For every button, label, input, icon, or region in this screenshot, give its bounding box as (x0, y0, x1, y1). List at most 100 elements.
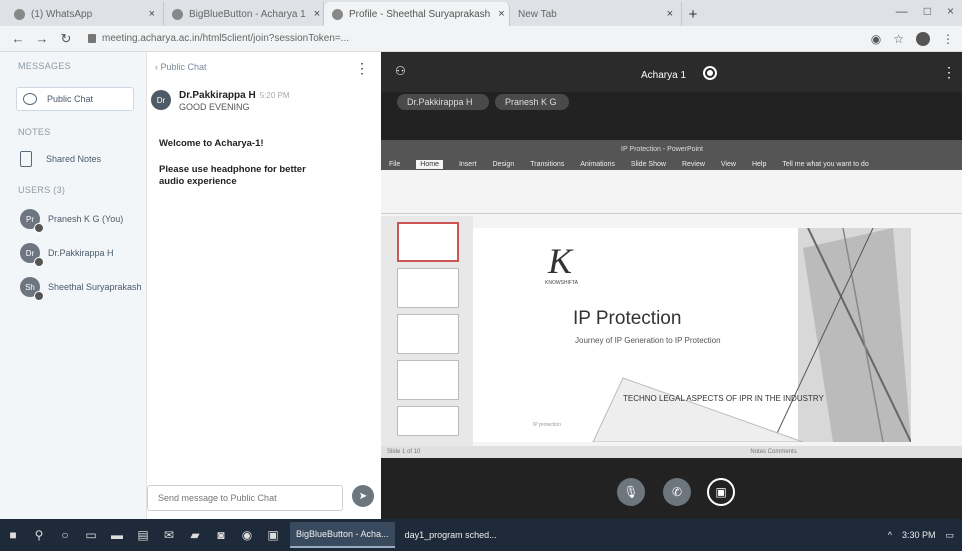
slide-thumbnail (397, 406, 459, 436)
avatar: Sh (20, 277, 44, 301)
bbb-icon (172, 8, 183, 20)
minimize-button[interactable]: — (896, 4, 908, 18)
tab-new-tab[interactable]: New Tab × (510, 2, 682, 26)
mic-status-icon (34, 291, 44, 301)
clock[interactable]: 3:30 PM (902, 530, 936, 540)
message-time: 5:20 PM (259, 91, 290, 100)
cortana-icon[interactable]: ○ (52, 519, 78, 551)
taskbar-app-word[interactable]: day1_program sched... (399, 522, 503, 548)
message-text: GOOD EVENING (179, 102, 250, 112)
share-webcam-button[interactable]: ▣ (707, 478, 735, 506)
welcome-message: Welcome to Acharya-1! (159, 138, 264, 149)
tab-profile[interactable]: Profile - Sheethal Suryaprakash × (324, 2, 510, 26)
ppt-menu-bar: File Home Insert Design Transitions Anim… (381, 158, 962, 170)
maximize-button[interactable]: □ (924, 4, 931, 18)
slide-thumbnail (397, 268, 459, 308)
app-icon[interactable]: ▣ (260, 519, 286, 551)
send-icon[interactable]: ➤ (352, 485, 374, 507)
chat-message: Dr Dr.Pakkirappa H 5:20 PM GOOD EVENING (151, 90, 381, 112)
user-item[interactable]: Pr Pranesh K G (You) (20, 209, 146, 233)
pinned-app-icon[interactable]: ▬ (104, 519, 130, 551)
address-bar[interactable]: meeting.acharya.ac.in/html5client/join?s… (88, 33, 871, 44)
taskbar-app-bigbluebutton[interactable]: BigBlueButton - Acha... (290, 522, 395, 548)
shared-screen: IP Protection - PowerPoint File Home Ins… (381, 140, 962, 458)
slide-footer: TECHNO LEGAL ASPECTS OF IPR IN THE INDUS… (623, 394, 824, 403)
menu-icon[interactable]: ⋮ (942, 32, 954, 46)
forward-icon[interactable]: → (32, 31, 52, 46)
tab-bigbluebutton[interactable]: BigBlueButton - Acharya 1 × (164, 2, 324, 26)
windows-taskbar: ■ ⚲ ○ ▭ ▬ ▤ ✉ ▰ ◙ ◉ ▣ BigBlueButton - Ac… (0, 519, 962, 551)
mic-status-icon (34, 223, 44, 233)
ppt-titlebar: IP Protection - PowerPoint (381, 140, 962, 158)
notes-section-title: NOTES (18, 127, 51, 137)
tab-whatsapp[interactable]: (1) WhatsApp × (6, 2, 164, 26)
mute-button[interactable]: 🎙 (617, 478, 645, 506)
chat-options-icon[interactable]: ⋮ (355, 60, 369, 77)
search-icon[interactable]: ⚲ (26, 519, 52, 551)
avatar: Pr (20, 209, 44, 233)
back-icon[interactable]: ← (8, 31, 28, 46)
user-list-toggle-icon[interactable]: ⚇ (395, 64, 406, 78)
ppt-ribbon (381, 170, 962, 214)
close-window-button[interactable]: × (947, 4, 954, 18)
messages-section-title: MESSAGES (18, 61, 71, 71)
phone-icon: ✆ (671, 485, 683, 499)
system-tray: ^ 3:30 PM ▭ (888, 519, 954, 551)
chat-icon (23, 93, 37, 105)
chrome-icon[interactable]: ◉ (234, 519, 260, 551)
new-tab-button[interactable]: + (682, 2, 704, 26)
windows-start-icon[interactable]: ■ (0, 519, 26, 551)
public-chat-button[interactable]: Public Chat (16, 87, 134, 111)
users-section-title: USERS (3) (18, 185, 66, 195)
reload-icon[interactable]: ↻ (56, 31, 76, 47)
stage-header: ⚇ Acharya 1 ⋮ (381, 52, 962, 92)
extension-icon[interactable]: ◉ (871, 32, 881, 46)
current-slide: K KNOWSHIFTA IP Protection Journey of IP… (473, 228, 911, 442)
slide-thumbnail (397, 314, 459, 354)
app-icon[interactable]: ▰ (182, 519, 208, 551)
slide-thumbnail (397, 222, 459, 262)
chat-message-input[interactable] (147, 485, 343, 511)
close-icon[interactable]: × (659, 8, 673, 20)
profile-avatar-icon[interactable] (916, 31, 930, 46)
talker-pill: Pranesh K G (495, 94, 569, 110)
avatar: Dr (20, 243, 44, 267)
tray-expand-icon[interactable]: ^ (888, 530, 892, 540)
slide-footnote: IP protection (533, 422, 561, 428)
profile-tab-icon (332, 8, 343, 20)
user-item[interactable]: Dr Dr.Pakkirappa H (20, 243, 146, 267)
mail-icon[interactable]: ✉ (156, 519, 182, 551)
store-icon[interactable]: ▤ (130, 519, 156, 551)
notes-icon (20, 151, 32, 167)
user-list-panel: MESSAGES Public Chat NOTES Shared Notes … (0, 52, 147, 519)
leave-audio-button[interactable]: ✆ (663, 478, 691, 506)
slide-logo-subtitle: KNOWSHIFTA (545, 280, 578, 286)
ppt-statusbar: Slide 1 of 10 Notes Comments (381, 446, 962, 458)
slide-decoration (592, 228, 911, 442)
slide-title: IP Protection (573, 308, 682, 329)
options-icon[interactable]: ⋮ (942, 64, 956, 81)
headphone-message: Please use headphone for better audio ex… (159, 164, 306, 187)
close-icon[interactable]: × (141, 8, 155, 20)
window-controls: — □ × (896, 4, 954, 18)
star-icon[interactable]: ☆ (893, 32, 904, 46)
shared-notes-button[interactable]: Shared Notes (20, 151, 146, 167)
notifications-icon[interactable]: ▭ (945, 530, 954, 541)
video-icon: ▣ (715, 485, 727, 499)
avatar: Dr (151, 90, 171, 110)
presentation-stage: ⚇ Acharya 1 ⋮ Dr.Pakkirappa H Pranesh K … (381, 52, 962, 519)
app-icon[interactable]: ◙ (208, 519, 234, 551)
user-item[interactable]: Sh Sheethal Suryaprakash (20, 277, 146, 301)
close-icon[interactable]: × (306, 8, 320, 20)
toolbar-right: ◉ ☆ ⋮ (871, 31, 954, 46)
browser-tabstrip: (1) WhatsApp × BigBlueButton - Acharya 1… (0, 0, 962, 26)
meeting-title: Acharya 1 (641, 70, 687, 81)
slide-thumbnails (381, 216, 473, 446)
hide-chat-button[interactable]: ‹ Public Chat (155, 62, 207, 72)
task-view-icon[interactable]: ▭ (78, 519, 104, 551)
slide-thumbnail (397, 360, 459, 400)
record-icon[interactable] (703, 66, 717, 80)
talker-pill: Dr.Pakkirappa H (397, 94, 489, 110)
whatsapp-icon (14, 8, 25, 20)
close-icon[interactable]: × (490, 8, 504, 20)
